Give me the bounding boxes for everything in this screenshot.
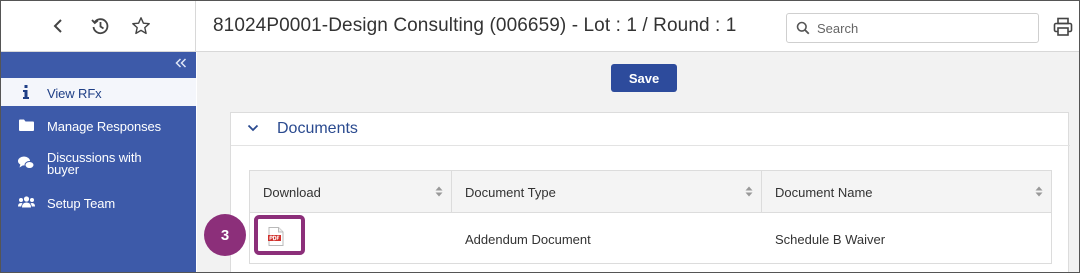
search-input[interactable] [817, 18, 1027, 38]
star-icon [132, 17, 150, 35]
collapse-sidebar-button[interactable] [175, 56, 187, 70]
sidebar-item-label: View RFx [47, 86, 102, 101]
sidebar-item-label: Setup Team [47, 196, 116, 211]
sidebar-item-label: Manage Responses [47, 119, 162, 134]
history-button[interactable] [89, 15, 111, 37]
sidebar-item-view-rfx[interactable]: View RFx [1, 78, 196, 106]
sidebar-item-discussions[interactable]: Discussions with buyer [1, 146, 196, 180]
chat-icon [17, 156, 35, 170]
column-header-document-name[interactable]: Document Name [762, 171, 1051, 213]
chevron-left-icon [53, 19, 62, 33]
step-number-badge: 3 [204, 214, 246, 256]
app-window: 81024P0001-Design Consulting (006659) - … [0, 0, 1080, 273]
search-box[interactable] [786, 13, 1039, 43]
documents-section-header[interactable]: Documents [231, 113, 1070, 146]
page-title: 81024P0001-Design Consulting (006659) - … [213, 15, 737, 36]
sort-icon [435, 186, 443, 197]
document-name-cell: Schedule B Waiver [775, 232, 886, 247]
column-header-label: Document Name [775, 185, 873, 200]
folder-icon [17, 119, 35, 131]
documents-panel: Documents Download Document Type Documen… [230, 112, 1070, 272]
column-header-label: Download [263, 185, 321, 200]
favorite-button[interactable] [130, 15, 152, 37]
sort-icon [745, 186, 753, 197]
printer-icon [1053, 17, 1073, 36]
section-title: Documents [277, 120, 358, 137]
column-header-document-type[interactable]: Document Type [452, 171, 762, 213]
sidebar: View RFx Manage Responses Discussions wi… [1, 52, 196, 272]
nav-controls [1, 1, 196, 52]
column-header-download[interactable]: Download [250, 171, 452, 213]
main-content: Save Documents Download Document Type Do… [197, 52, 1079, 272]
history-icon [91, 18, 109, 35]
table-header-row: Download Document Type Document Name [250, 171, 1051, 213]
sidebar-item-label: Discussions with buyer [47, 151, 142, 177]
chevron-down-icon [247, 124, 259, 132]
info-icon [17, 85, 35, 99]
document-type-cell: Addendum Document [465, 232, 591, 247]
users-icon [17, 196, 35, 208]
sidebar-item-setup-team[interactable]: Setup Team [1, 192, 196, 214]
documents-table: Download Document Type Document Name Add… [249, 170, 1052, 264]
save-button[interactable]: Save [611, 64, 677, 92]
search-icon [796, 21, 810, 35]
sort-icon [1035, 186, 1043, 197]
top-bar: 81024P0001-Design Consulting (006659) - … [1, 1, 1079, 52]
print-button[interactable] [1053, 17, 1073, 42]
double-chevron-left-icon [175, 58, 187, 68]
back-button[interactable] [47, 15, 69, 37]
callout-highlight-box [254, 215, 305, 255]
sidebar-item-manage-responses[interactable]: Manage Responses [1, 114, 196, 136]
column-header-label: Document Type [465, 185, 556, 200]
sidebar-item-label-line2: buyer [47, 162, 80, 177]
table-row: Addendum Document Schedule B Waiver [250, 213, 1051, 263]
